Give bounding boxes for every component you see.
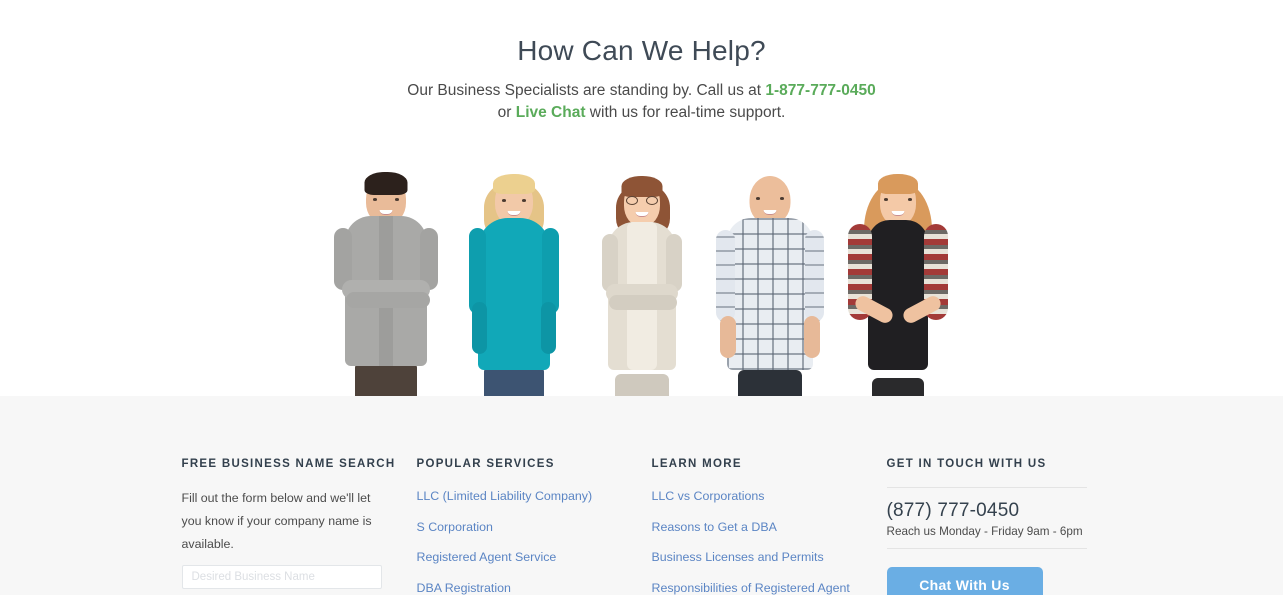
- footer-heading-get-in-touch: GET IN TOUCH WITH US: [886, 458, 1047, 470]
- footer-column-get-in-touch: GET IN TOUCH WITH US (877) 777-0450 Reac…: [886, 458, 1102, 595]
- subtitle-text-lead: Our Business Specialists are standing by…: [407, 81, 766, 99]
- subtitle-text-or: or: [497, 104, 516, 122]
- list-item: Registered Agent Service: [417, 548, 652, 566]
- person-1-man-grey-shirt: [322, 152, 450, 396]
- footer-column-name-search: FREE BUSINESS NAME SEARCH Fill out the f…: [181, 458, 417, 595]
- link-s-corporation[interactable]: S Corporation: [417, 520, 493, 534]
- site-footer: FREE BUSINESS NAME SEARCH Fill out the f…: [0, 396, 1283, 595]
- learn-more-list: LLC vs Corporations Reasons to Get a DBA…: [652, 487, 887, 595]
- hero-section: How Can We Help? Our Business Specialist…: [0, 0, 1283, 396]
- link-dba-registration[interactable]: DBA Registration: [417, 581, 511, 595]
- eyeglasses-icon: [645, 196, 658, 205]
- desired-business-name-input[interactable]: [181, 564, 382, 589]
- contact-phone-number[interactable]: (877) 777-0450: [887, 499, 1102, 523]
- chat-with-us-button[interactable]: Chat With Us: [886, 566, 1043, 595]
- person-5-woman-plaid-over-tank: [834, 152, 962, 396]
- person-3-woman-glasses-cardigan: [578, 152, 706, 396]
- link-llc[interactable]: LLC (Limited Liability Company): [417, 489, 593, 503]
- list-item: Business Licenses and Permits: [652, 548, 887, 566]
- link-reasons-to-get-a-dba[interactable]: Reasons to Get a DBA: [652, 520, 777, 534]
- popular-services-list: LLC (Limited Liability Company) S Corpor…: [417, 487, 652, 595]
- list-item: LLC vs Corporations: [652, 487, 887, 505]
- name-search-description: Fill out the form below and we'll let yo…: [181, 491, 372, 551]
- list-item: LLC (Limited Liability Company): [417, 487, 652, 505]
- footer-column-popular-services: POPULAR SERVICES LLC (Limited Liability …: [417, 458, 652, 595]
- footer-heading-name-search: FREE BUSINESS NAME SEARCH: [181, 458, 396, 470]
- footer-column-learn-more: LEARN MORE LLC vs Corporations Reasons t…: [652, 458, 887, 595]
- live-chat-link[interactable]: Live Chat: [516, 104, 586, 121]
- divider-bottom: [886, 547, 1087, 549]
- link-registered-agent-service[interactable]: Registered Agent Service: [417, 550, 557, 564]
- list-item: S Corporation: [417, 518, 652, 536]
- person-4-man-plaid-shirt: [706, 152, 834, 396]
- person-2-woman-teal-top: [450, 152, 578, 396]
- link-business-licenses-permits[interactable]: Business Licenses and Permits: [652, 550, 824, 564]
- business-people-photo: [0, 152, 1283, 396]
- contact-hours: Reach us Monday - Friday 9am - 6pm: [886, 524, 1083, 538]
- contact-details: (877) 777-0450 Reach us Monday - Friday …: [887, 488, 1102, 548]
- eyeglasses-icon: [625, 196, 638, 205]
- list-item: Reasons to Get a DBA: [652, 518, 887, 536]
- landing-page: How Can We Help? Our Business Specialist…: [0, 0, 1283, 595]
- list-item: DBA Registration: [417, 579, 652, 595]
- hero-phone-number[interactable]: 1-877-777-0450: [765, 82, 875, 99]
- page-title: How Can We Help?: [517, 35, 766, 66]
- footer-heading-learn-more: LEARN MORE: [651, 458, 742, 470]
- hero-subtitle: Our Business Specialists are standing by…: [0, 80, 1283, 125]
- footer-heading-popular-services: POPULAR SERVICES: [416, 458, 555, 470]
- subtitle-text-tail: with us for real-time support.: [585, 104, 786, 122]
- link-llc-vs-corporations[interactable]: LLC vs Corporations: [652, 489, 765, 503]
- link-responsibilities-registered-agent[interactable]: Responsibilities of Registered Agent: [652, 581, 850, 595]
- list-item: Responsibilities of Registered Agent: [652, 579, 887, 595]
